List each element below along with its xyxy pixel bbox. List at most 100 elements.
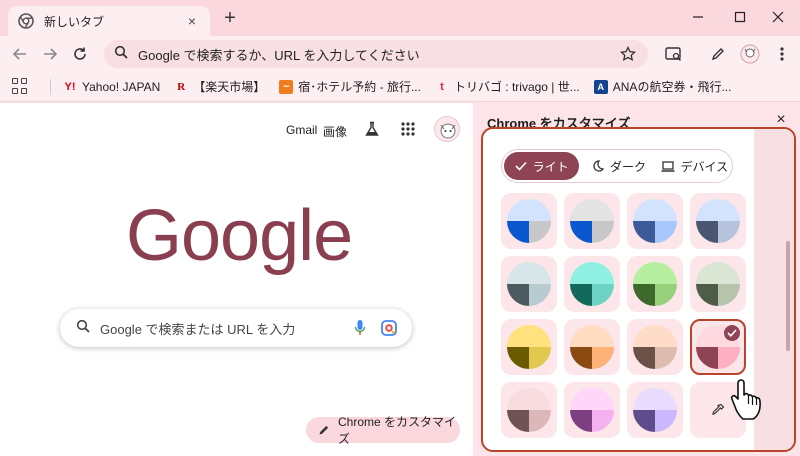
apps-grid-icon[interactable]: [12, 77, 30, 96]
tab-search-icon[interactable]: [662, 42, 686, 66]
customize-chrome-label: Chrome をカスタマイズ: [338, 415, 457, 446]
apps-launcher-icon[interactable]: [396, 117, 420, 141]
swatch-segment: [529, 410, 551, 432]
bookmarks-bar: Y! Yahoo! JAPAN R 【楽天市場】 ~ 宿･ホテル予約 - 旅行.…: [0, 72, 800, 102]
color-swatch[interactable]: [627, 319, 683, 375]
search-input[interactable]: Google で検索または URL を入力: [60, 309, 412, 347]
mode-selector: ライト ダーク デバイス: [501, 149, 733, 183]
color-swatch[interactable]: [627, 382, 683, 438]
swatch-preview: [570, 262, 614, 306]
images-link[interactable]: 画像: [323, 123, 347, 140]
search-placeholder: Google で検索または URL を入力: [100, 321, 296, 337]
search-icon: [76, 319, 90, 338]
profile-avatar-icon[interactable]: [738, 42, 762, 66]
close-icon[interactable]: [766, 6, 790, 28]
swatch-preview: [507, 388, 551, 432]
avatar[interactable]: [434, 116, 460, 142]
gmail-link[interactable]: Gmail: [286, 123, 317, 137]
swatch-segment: [696, 347, 718, 369]
pencil-icon: [318, 424, 330, 436]
edit-pen-icon[interactable]: [706, 42, 730, 66]
customize-chrome-button[interactable]: Chrome をカスタマイズ: [306, 415, 460, 446]
search-icon: [114, 45, 128, 64]
menu-kebab-icon[interactable]: [770, 42, 794, 66]
color-swatch[interactable]: [690, 319, 746, 375]
address-bar[interactable]: Google で検索するか、URL を入力してください: [104, 40, 648, 68]
color-swatch[interactable]: [501, 382, 557, 438]
tab-close-icon[interactable]: ×: [184, 13, 200, 29]
color-swatch[interactable]: [501, 193, 557, 249]
bookmark-label: Yahoo! JAPAN: [82, 79, 161, 94]
swatch-segment: [592, 347, 614, 369]
selected-check-icon: [724, 325, 740, 341]
maximize-icon[interactable]: [728, 6, 752, 28]
swatch-segment: [696, 221, 718, 243]
customize-side-panel: Chrome をカスタマイズ × ライト ダーク デバイス: [473, 103, 800, 456]
swatch-segment: [570, 325, 614, 347]
swatch-segment: [633, 325, 677, 347]
moon-icon: [592, 160, 604, 172]
reload-icon[interactable]: [68, 42, 92, 66]
swatch-segment: [696, 284, 718, 306]
bookmark-item[interactable]: ~ 宿･ホテル予約 - 旅行...: [279, 78, 421, 95]
bookmark-item[interactable]: A ANAの航空券・飛行...: [593, 78, 731, 95]
voice-search-icon[interactable]: [354, 319, 366, 337]
swatch-segment: [507, 347, 529, 369]
swatch-preview: [633, 325, 677, 369]
swatch-segment: [592, 221, 614, 243]
swatch-segment: [570, 221, 592, 243]
swatch-segment: [633, 388, 677, 410]
swatch-preview: [507, 262, 551, 306]
bookmark-label: トリバゴ : trivago | 世...: [453, 80, 580, 94]
color-swatch[interactable]: [690, 193, 746, 249]
toolbar: Google で検索するか、URL を入力してください: [0, 36, 800, 72]
swatch-segment: [529, 347, 551, 369]
chrome-icon: [18, 13, 34, 29]
color-swatch[interactable]: [501, 319, 557, 375]
swatch-preview: [696, 199, 740, 243]
back-icon[interactable]: [8, 42, 32, 66]
swatch-segment: [696, 199, 740, 221]
bookmark-label: 【楽天市場】: [193, 80, 266, 94]
minimize-icon[interactable]: [686, 6, 710, 28]
scrollbar-thumb[interactable]: [786, 241, 790, 351]
swatch-segment: [529, 284, 551, 306]
color-swatch[interactable]: [564, 382, 620, 438]
swatch-segment: [592, 410, 614, 432]
swatch-preview: [570, 388, 614, 432]
bookmark-item[interactable]: R 【楽天市場】: [174, 78, 265, 95]
swatch-segment: [570, 410, 592, 432]
tab-title: 新しいタブ: [44, 14, 105, 29]
mode-light-button[interactable]: ライト: [504, 152, 580, 180]
color-swatch[interactable]: [564, 319, 620, 375]
swatch-segment: [655, 347, 677, 369]
bookmark-item[interactable]: Y! Yahoo! JAPAN: [63, 79, 161, 94]
tab-new-tab[interactable]: 新しいタブ ×: [8, 6, 210, 36]
bookmark-star-icon[interactable]: [616, 42, 640, 66]
jalan-icon: ~: [279, 79, 294, 94]
lens-search-icon[interactable]: [380, 319, 398, 337]
color-swatch[interactable]: [627, 193, 683, 249]
swatch-segment: [570, 199, 614, 221]
mode-dark-button[interactable]: ダーク: [581, 150, 656, 182]
swatch-segment: [570, 347, 592, 369]
labs-flask-icon[interactable]: [360, 117, 384, 141]
swatch-segment: [570, 262, 614, 284]
color-swatch[interactable]: [564, 193, 620, 249]
swatch-segment: [655, 284, 677, 306]
swatch-segment: [633, 284, 655, 306]
forward-icon[interactable]: [38, 42, 62, 66]
color-swatch[interactable]: [627, 256, 683, 312]
new-tab-button[interactable]: +: [220, 8, 240, 28]
swatch-segment: [570, 284, 592, 306]
color-swatch[interactable]: [501, 256, 557, 312]
color-swatch[interactable]: [564, 256, 620, 312]
swatch-segment: [592, 284, 614, 306]
swatch-segment: [507, 221, 529, 243]
color-swatch[interactable]: [690, 256, 746, 312]
swatch-preview: [696, 262, 740, 306]
mode-device-button[interactable]: デバイス: [657, 150, 732, 182]
swatch-preview: [633, 262, 677, 306]
swatch-segment: [507, 410, 529, 432]
bookmark-item[interactable]: t トリバゴ : trivago | 世...: [435, 78, 580, 95]
